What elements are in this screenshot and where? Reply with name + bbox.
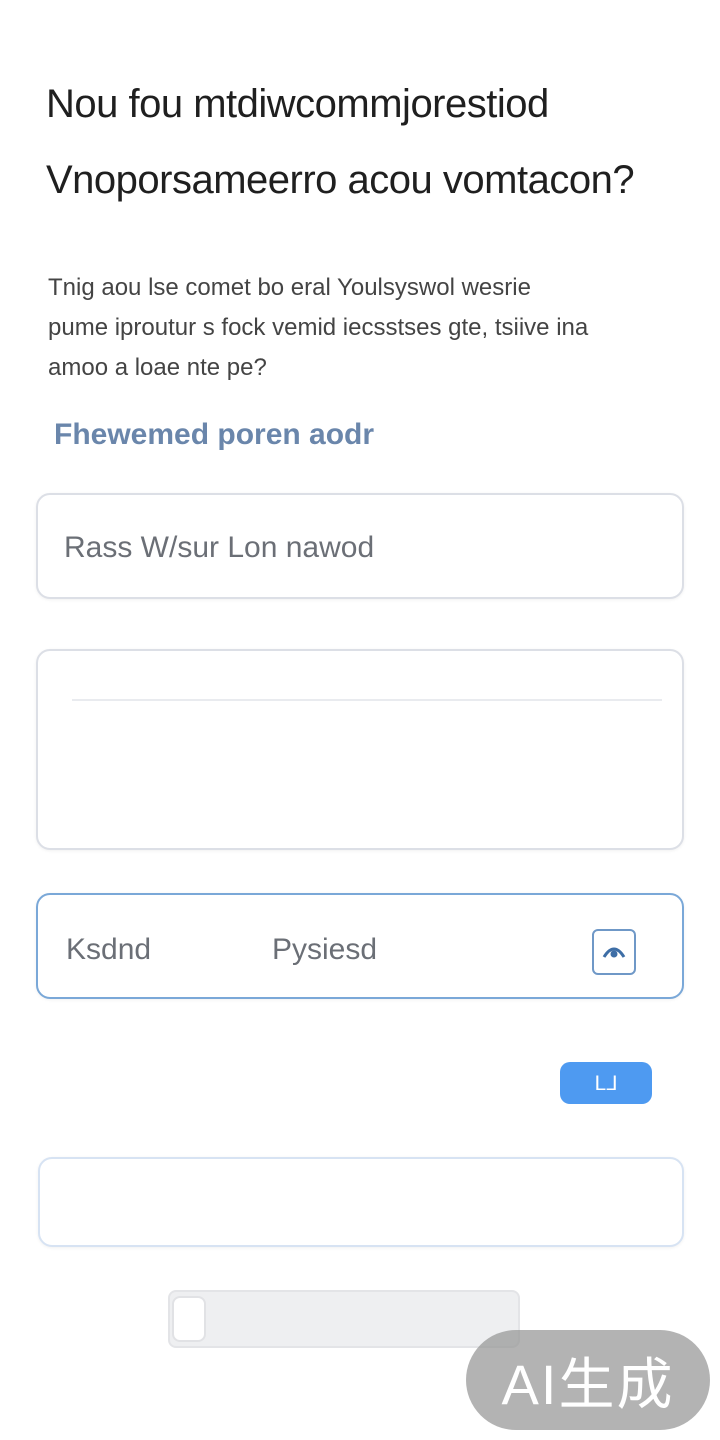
page-title-line-1: Nou fou mtdiwcommjorestiod [46,82,549,126]
description-line-1: Tnig aou lse comet bo eral Youlsyswol we… [48,274,531,301]
password-field[interactable]: Ksdnd Pysiesd [36,893,684,999]
submit-button[interactable]: ᒪᒧ [560,1062,652,1104]
slider-track[interactable] [168,1290,520,1348]
page-title-line-2: Vnoporsameerro acou vomtacon? [46,158,635,202]
slider-handle[interactable] [172,1296,206,1342]
text-input-1-placeholder: Rass W/sur Lon nawod [64,531,375,564]
password-field-placeholder: Pysiesd [272,933,378,966]
description-line-2: pume iproutur s fock vemid iecsstses gte… [48,314,589,341]
watermark-badge: AI生成 [466,1330,710,1430]
eye-icon[interactable] [592,929,636,975]
text-input-1[interactable]: Rass W/sur Lon nawod [36,493,684,599]
password-field-left-label: Ksdnd [66,933,152,966]
description: Tnig aou lse comet bo eral Youlsyswol we… [48,268,678,388]
description-line-3: amoo a loae nte pe? [48,354,267,381]
textarea-divider [72,699,662,701]
text-input-4[interactable] [38,1157,684,1247]
section-label: Fhewemed poren aodr [54,418,375,451]
textarea-field[interactable] [36,649,684,850]
